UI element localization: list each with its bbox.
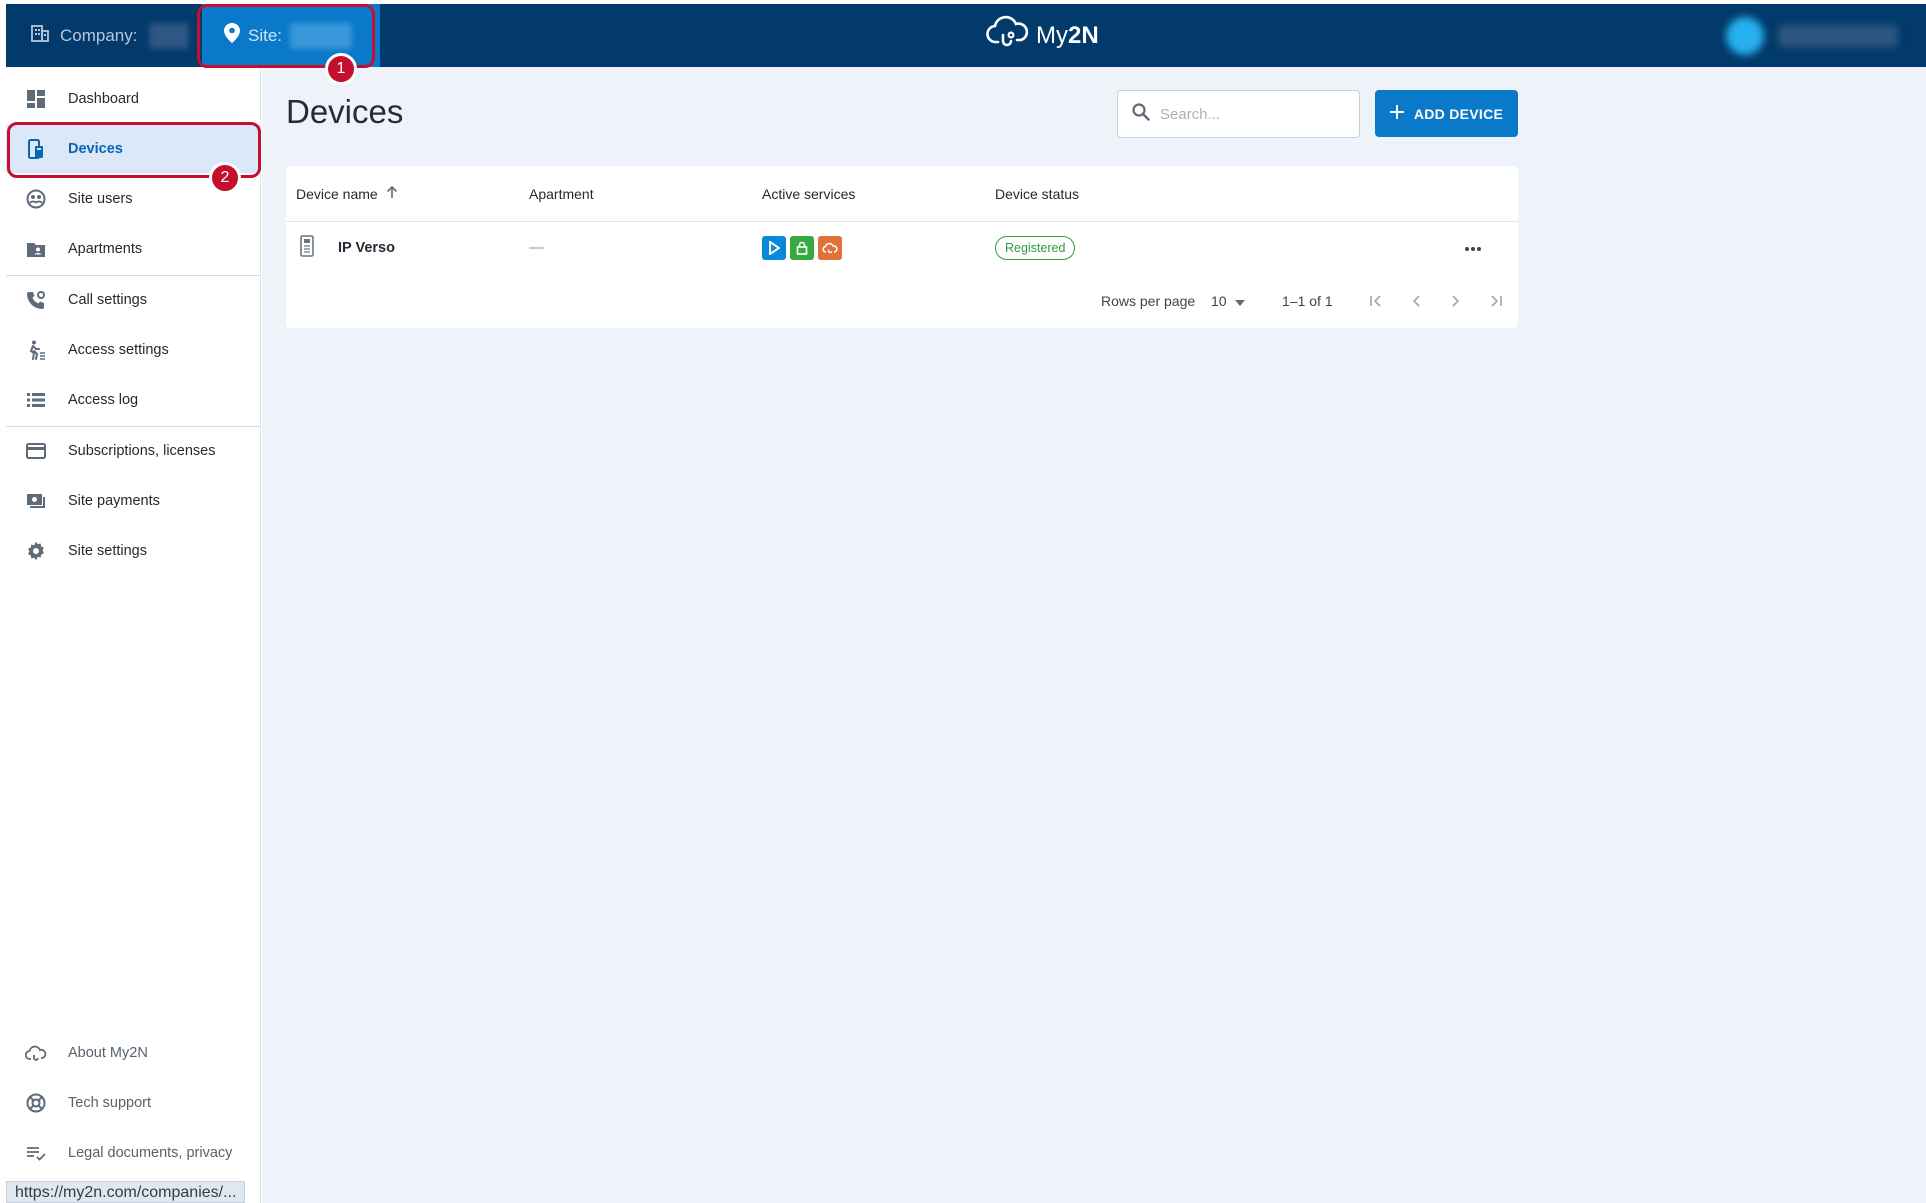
credit-card-icon — [24, 439, 48, 463]
device-name[interactable]: IP Verso — [338, 240, 395, 256]
rows-per-page-label: Rows per page — [1101, 293, 1196, 309]
sidebar-item-access-log[interactable]: Access log — [6, 376, 261, 424]
sidebar-item-about[interactable]: About My2N — [6, 1029, 261, 1077]
user-name-redacted — [1778, 24, 1898, 47]
sidebar-item-label: Apartments — [68, 241, 143, 257]
gear-icon — [24, 539, 48, 563]
folder-user-icon — [24, 237, 48, 261]
search-icon — [1132, 103, 1150, 125]
sidebar-item-apartments[interactable]: Apartments — [6, 225, 261, 273]
phone-settings-icon — [24, 288, 48, 312]
logo-text: My2N — [1036, 21, 1099, 49]
sidebar-item-subscriptions[interactable]: Subscriptions, licenses — [6, 427, 261, 475]
sidebar-item-label: Subscriptions, licenses — [68, 443, 216, 459]
sort-ascending-icon — [386, 185, 398, 202]
sidebar-item-label: Site payments — [68, 493, 160, 509]
column-header-apartment[interactable]: Apartment — [529, 166, 594, 221]
more-horizontal-icon — [1464, 240, 1482, 256]
list-icon — [24, 388, 48, 412]
sidebar-item-label: About My2N — [68, 1045, 148, 1061]
sidebar-item-label: Access log — [68, 392, 139, 408]
sidebar-item-label: Call settings — [68, 292, 147, 308]
globe-users-icon — [24, 187, 48, 211]
payments-icon — [24, 489, 48, 513]
caret-down-icon — [1234, 293, 1245, 309]
sidebar-item-tech-support[interactable]: Tech support — [6, 1079, 261, 1127]
column-header-device-name[interactable]: Device name — [296, 166, 398, 221]
main-content: Devices Search... ADD DEVICE Device name… — [262, 67, 1926, 1203]
add-device-button[interactable]: ADD DEVICE — [1375, 90, 1518, 137]
next-page-icon[interactable] — [1444, 289, 1468, 313]
cloud-icon — [24, 1041, 48, 1065]
status-bar-url: https://my2n.com/companies/... — [6, 1181, 246, 1203]
building-icon — [30, 23, 50, 48]
sidebar-item-label: Tech support — [68, 1095, 152, 1111]
row-more-button[interactable] — [1464, 222, 1482, 274]
user-menu[interactable] — [1726, 4, 1898, 67]
app-frame: Company: Site: My2N Dashboard Devices Si… — [0, 0, 1926, 1203]
list-check-icon — [24, 1141, 48, 1165]
sidebar-item-label: Legal documents, privacy — [68, 1145, 233, 1161]
pagination-range: 1–1 of 1 — [1282, 293, 1333, 309]
avatar — [1726, 16, 1764, 55]
header-divider — [286, 221, 1518, 222]
active-services — [762, 222, 846, 274]
dashboard-icon — [24, 87, 48, 111]
cloud-logo-icon — [986, 15, 1030, 56]
sidebar-item-label: Site users — [68, 191, 133, 207]
search-input[interactable]: Search... — [1117, 90, 1360, 138]
sidebar-item-call-settings[interactable]: Call settings — [6, 276, 261, 324]
pagination-controls — [1364, 274, 1508, 328]
first-page-icon[interactable] — [1364, 289, 1388, 313]
company-selector[interactable]: Company: — [30, 4, 190, 67]
cloud-service-icon — [818, 236, 842, 260]
devices-table: Device name Apartment Active services De… — [286, 166, 1518, 328]
apartment-value: — — [529, 240, 544, 256]
sidebar-item-site-settings[interactable]: Site settings — [6, 527, 261, 575]
prev-page-icon[interactable] — [1404, 289, 1428, 313]
search-placeholder: Search... — [1160, 105, 1221, 123]
company-name-redacted — [149, 22, 190, 49]
walking-person-icon — [24, 338, 48, 362]
device-status: Registered — [995, 222, 1076, 274]
my2n-logo[interactable]: My2N — [986, 4, 1099, 67]
add-device-label: ADD DEVICE — [1413, 105, 1504, 122]
sidebar-item-label: Access settings — [68, 342, 169, 358]
sidebar-item-legal[interactable]: Legal documents, privacy — [6, 1129, 261, 1177]
step-badge-1: 1 — [325, 53, 357, 85]
sidebar-item-access-settings[interactable]: Access settings — [6, 326, 261, 374]
status-badge: Registered — [995, 236, 1076, 260]
lifebuoy-icon — [24, 1091, 48, 1115]
intercom-device-icon — [300, 235, 314, 261]
company-label: Company: — [60, 25, 138, 45]
sidebar: Dashboard Devices Site users Apartments … — [6, 67, 261, 1203]
sidebar-item-site-payments[interactable]: Site payments — [6, 477, 261, 525]
page-title: Devices — [286, 93, 404, 130]
plus-icon — [1389, 105, 1404, 122]
rows-per-page-select[interactable]: 10 — [1211, 274, 1245, 328]
column-header-device-status[interactable]: Device status — [995, 166, 1079, 221]
table-row[interactable]: IP Verso — [300, 222, 395, 274]
step-badge-2: 2 — [209, 162, 241, 194]
column-header-active-services[interactable]: Active services — [762, 166, 855, 221]
lock-service-icon — [790, 236, 814, 260]
video-service-icon — [762, 236, 786, 260]
sidebar-item-label: Dashboard — [68, 91, 139, 107]
sidebar-item-dashboard[interactable]: Dashboard — [6, 75, 261, 123]
sidebar-item-label: Site settings — [68, 543, 147, 559]
last-page-icon[interactable] — [1484, 289, 1508, 313]
